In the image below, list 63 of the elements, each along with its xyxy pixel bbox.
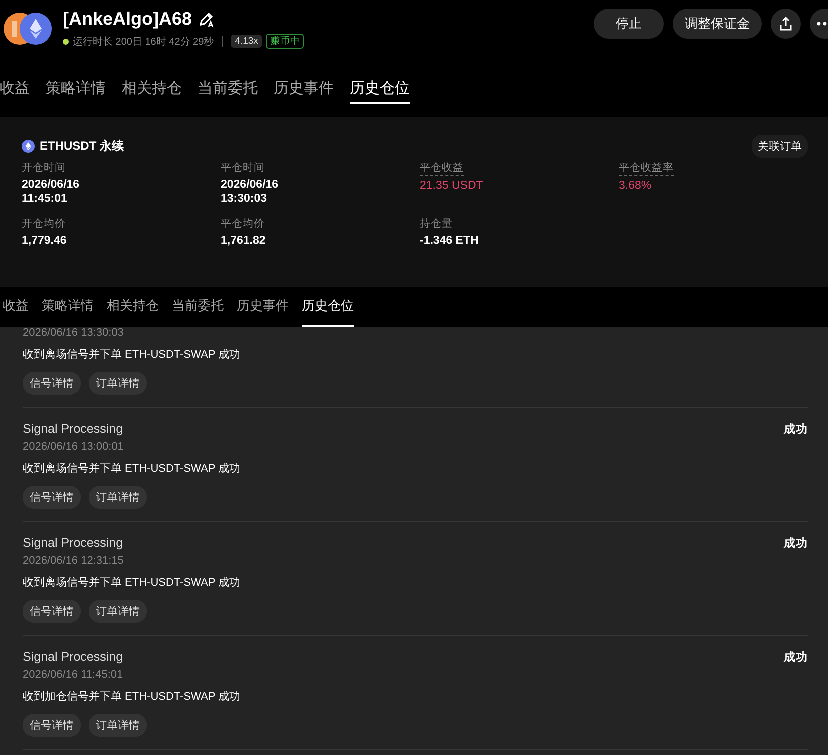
detail-button[interactable]: 订单详情 (89, 600, 147, 623)
detail-button[interactable]: 信号详情 (23, 600, 81, 623)
detail-button[interactable]: 信号详情 (23, 372, 81, 395)
field-label: 平仓收益 (420, 161, 464, 176)
tab[interactable]: 历史仓位 (350, 61, 410, 104)
tab[interactable]: 历史事件 (274, 61, 334, 104)
action-button[interactable]: 停止 (594, 9, 664, 39)
field-label: 平仓时间 (221, 161, 265, 175)
field-value: -1.346 ETH (420, 235, 479, 247)
field-value: 21.35 USDT (420, 180, 484, 192)
tab[interactable]: 收益 (3, 287, 29, 327)
event-status: 成功 (784, 650, 808, 665)
linked-orders-button[interactable]: 关联订单 (752, 135, 808, 158)
ethereum-icon (22, 140, 35, 153)
event-time: 2026/06/16 13:00:01 (23, 441, 124, 453)
event-title: Signal Processing (23, 650, 124, 665)
tab[interactable]: 相关持仓 (107, 287, 159, 327)
field-label: 开仓时间 (22, 161, 66, 175)
coin-pair-icon (3, 12, 53, 46)
share-icon (778, 16, 794, 32)
event-time: 2026/06/16 11:45:01 (23, 669, 124, 681)
field-value: 2026/06/16 (22, 179, 80, 191)
tab[interactable]: 当前委托 (172, 287, 224, 327)
running-dot-icon (63, 38, 69, 44)
strategy-title: [AnkeAlgo]A68 (63, 9, 192, 30)
field-label: 开仓均价 (22, 217, 66, 231)
event-title: Signal Processing (23, 536, 124, 551)
event-status: 成功 (784, 422, 808, 437)
event-title: Signal Processing (23, 422, 124, 437)
status-badge: 赚币中 (266, 34, 304, 49)
field-label: 平仓均价 (221, 217, 265, 231)
detail-button[interactable]: 信号详情 (23, 486, 81, 509)
event-time: 2026/06/16 13:30:03 (23, 327, 124, 339)
action-button[interactable]: 调整保证金 (673, 9, 762, 39)
detail-button[interactable]: 信号详情 (23, 714, 81, 737)
field-value: 11:45:01 (22, 193, 68, 205)
field-value: 2026/06/16 (221, 179, 279, 191)
detail-button[interactable]: 订单详情 (89, 486, 147, 509)
tab[interactable]: 历史事件 (237, 287, 289, 327)
event-message: 收到离场信号并下单 ETH-USDT-SWAP 成功 (23, 576, 241, 590)
event-status: 成功 (784, 536, 808, 551)
event-time: 2026/06/16 12:31:15 (23, 555, 124, 567)
runtime-text: 运行时长 200日 16时 42分 29秒 (73, 36, 214, 48)
event-message: 收到加仓信号并下单 ETH-USDT-SWAP 成功 (23, 690, 241, 704)
tab[interactable]: 策略详情 (46, 61, 106, 104)
detail-button[interactable]: 订单详情 (89, 714, 147, 737)
tab[interactable]: 当前委托 (198, 61, 258, 104)
field-label: 持仓量 (420, 217, 453, 231)
field-value: 3.68% (619, 180, 652, 192)
detail-button[interactable]: 订单详情 (89, 372, 147, 395)
tab[interactable]: 相关持仓 (122, 61, 182, 104)
field-label: 平仓收益率 (619, 161, 674, 176)
event-message: 收到离场信号并下单 ETH-USDT-SWAP 成功 (23, 348, 241, 362)
field-value: 13:30:03 (221, 193, 268, 205)
share-button[interactable] (771, 9, 801, 39)
leverage-badge: 4.13x (231, 35, 262, 48)
tab[interactable]: 策略详情 (42, 287, 94, 327)
tab[interactable]: 收益 (0, 61, 30, 104)
symbol-title: ETHUSDT 永续 (40, 138, 124, 155)
event-message: 收到离场信号并下单 ETH-USDT-SWAP 成功 (23, 462, 241, 476)
edit-icon[interactable] (199, 12, 216, 28)
field-value: 1,779.46 (22, 235, 67, 247)
field-value: 1,761.82 (221, 235, 266, 247)
